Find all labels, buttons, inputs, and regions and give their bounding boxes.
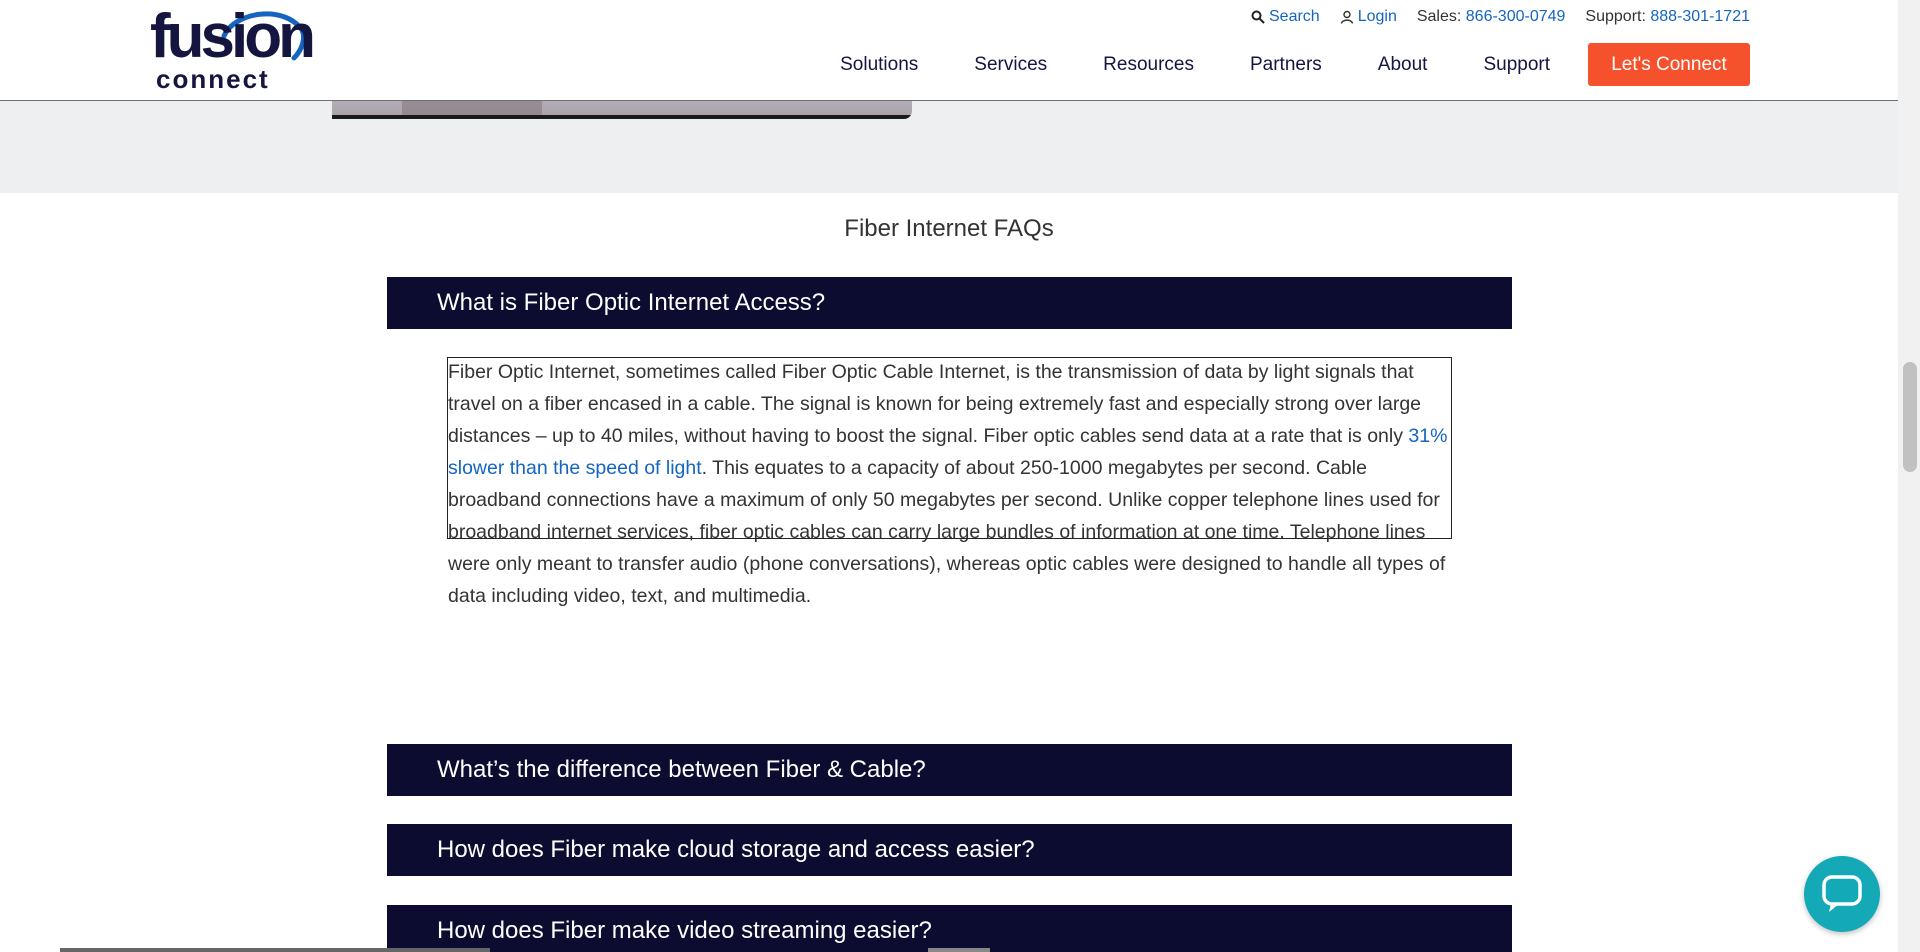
nav-item-support[interactable]: Support xyxy=(1483,54,1550,76)
search-label[interactable]: Search xyxy=(1269,8,1320,26)
faq-question-fiber-vs-cable[interactable]: What’s the difference between Fiber & Ca… xyxy=(387,744,1512,796)
nav-item-services[interactable]: Services xyxy=(974,54,1047,76)
site-header: fusion connect Search Login Sales: 866-3… xyxy=(0,0,1898,101)
logo-word-fusion: fusion xyxy=(150,2,316,71)
sales-phone-link[interactable]: 866-300-0749 xyxy=(1466,8,1566,26)
sales-label: Sales: xyxy=(1416,8,1462,25)
chat-button[interactable] xyxy=(1804,856,1880,932)
nav-item-solutions[interactable]: Solutions xyxy=(840,54,918,76)
bottom-divider xyxy=(60,948,490,952)
main-nav: Solutions Services Resources Partners Ab… xyxy=(840,43,1750,86)
faq-section-title: Fiber Internet FAQs xyxy=(844,215,1054,242)
lets-connect-button[interactable]: Let's Connect xyxy=(1588,43,1750,86)
nav-item-resources[interactable]: Resources xyxy=(1103,54,1194,76)
chat-bubble-icon xyxy=(1822,875,1862,912)
faq-question-cloud-storage[interactable]: How does Fiber make cloud storage and ac… xyxy=(387,824,1512,876)
faq-answer-fiber-access: Fiber Optic Internet, sometimes called F… xyxy=(448,356,1458,612)
logo-word-connect: connect xyxy=(156,64,270,94)
scrollbar-thumb[interactable] xyxy=(1903,362,1917,472)
search-icon xyxy=(1251,10,1265,24)
faq-answer-text-1: Fiber Optic Internet, sometimes called F… xyxy=(448,361,1422,447)
sales-contact: Sales: 866-300-0749 xyxy=(1417,8,1566,26)
search-link[interactable]: Search xyxy=(1251,8,1320,26)
login-link[interactable]: Login xyxy=(1340,8,1397,26)
support-label: Support: xyxy=(1585,8,1646,25)
faq-question-video-streaming[interactable]: How does Fiber make video streaming easi… xyxy=(387,905,1512,952)
nav-item-partners[interactable]: Partners xyxy=(1250,54,1322,76)
bottom-divider-secondary xyxy=(928,948,990,952)
support-contact: Support: 888-301-1721 xyxy=(1585,8,1750,26)
nav-item-about[interactable]: About xyxy=(1378,54,1428,76)
faq-answer-text-2: . This equates to a capacity of about 25… xyxy=(448,457,1446,607)
user-icon xyxy=(1340,10,1353,24)
fusion-connect-logo[interactable]: fusion connect xyxy=(150,6,316,96)
faq-question-fiber-access[interactable]: What is Fiber Optic Internet Access? xyxy=(387,277,1512,329)
login-label[interactable]: Login xyxy=(1358,8,1397,26)
support-phone-link[interactable]: 888-301-1721 xyxy=(1650,8,1750,26)
page-scrollbar[interactable] xyxy=(1898,0,1920,952)
utility-bar: Search Login Sales: 866-300-0749 Support… xyxy=(1231,8,1750,26)
